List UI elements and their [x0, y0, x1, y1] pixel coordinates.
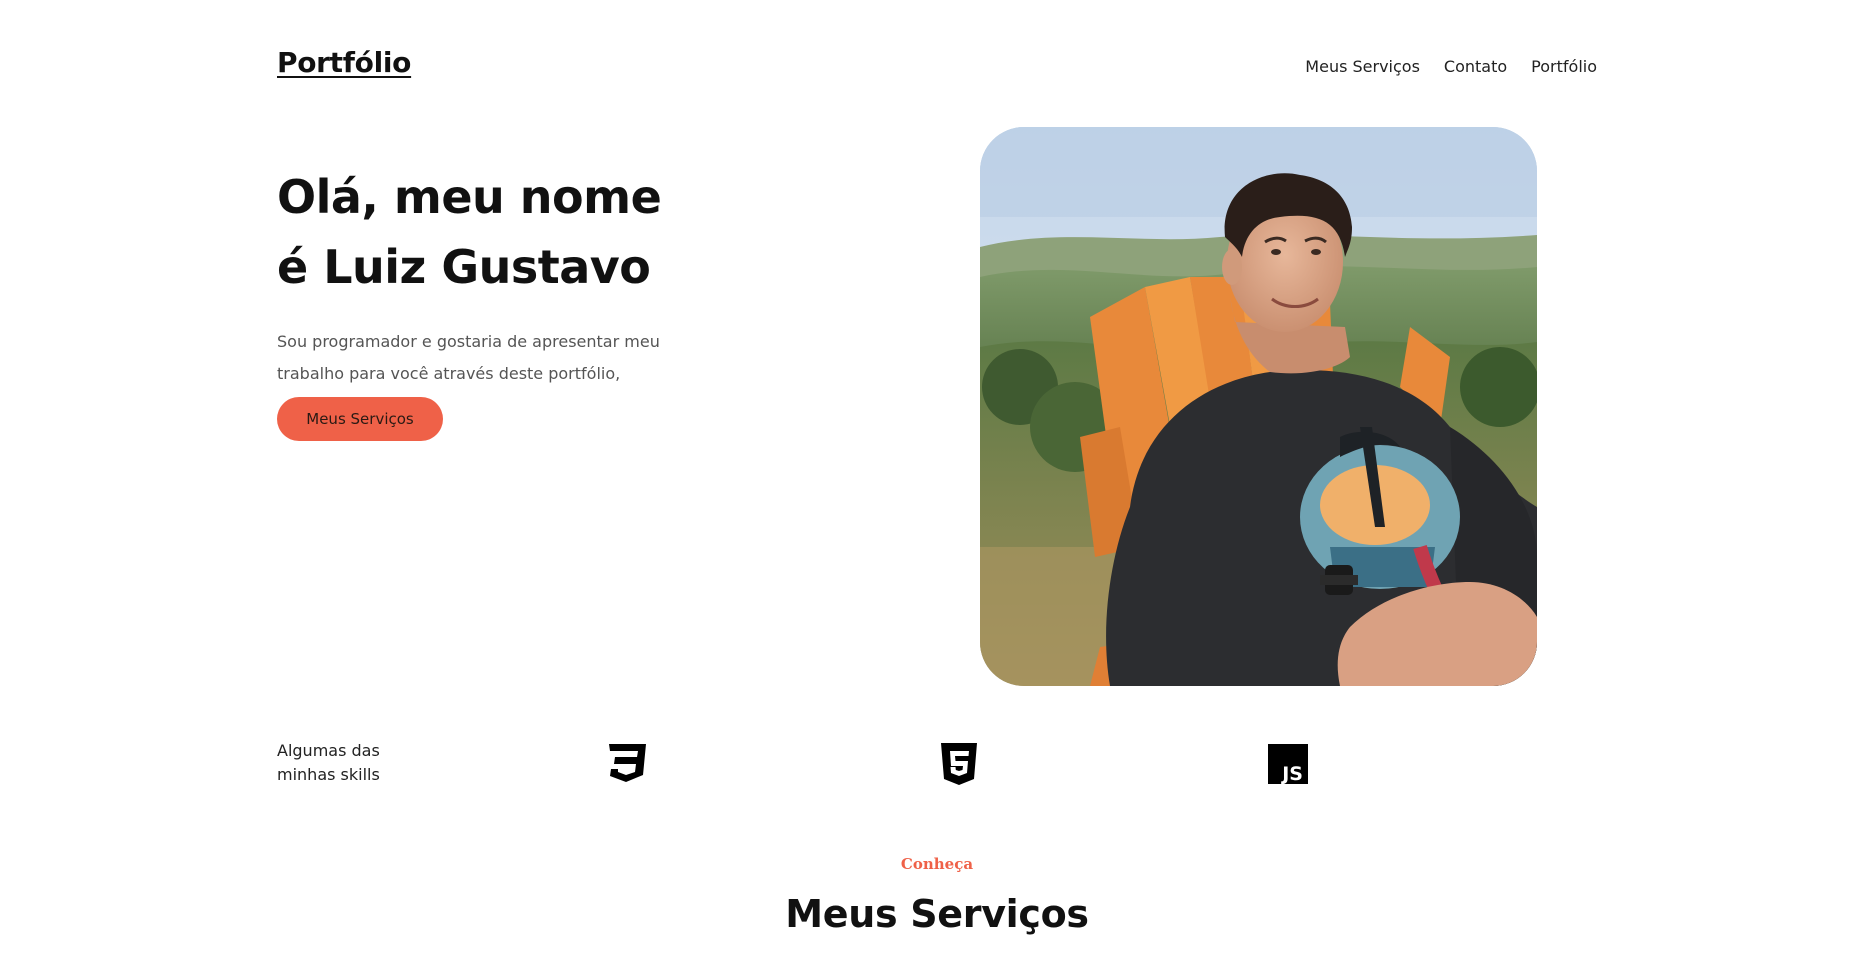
main-nav: Meus Serviços Contato Portfólio: [1305, 57, 1597, 76]
services-kicker: Conheça: [900, 855, 974, 873]
hero-title: Olá, meu nome é Luiz Gustavo: [277, 162, 797, 302]
profile-photo: [980, 127, 1537, 686]
services-cta-button[interactable]: Meus Serviços: [277, 397, 443, 441]
javascript-icon: JS: [1267, 742, 1309, 786]
site-header: Portfólio Meus Serviços Contato Portfóli…: [277, 46, 1597, 86]
skills-label: Algumas das minhas skills: [277, 741, 380, 784]
nav-link-portfolio[interactable]: Portfólio: [1531, 57, 1597, 76]
services-title: Meus Serviços: [785, 892, 1089, 936]
nav-link-contact[interactable]: Contato: [1444, 57, 1507, 76]
css3-icon: [606, 742, 648, 786]
content-container: Portfólio Meus Serviços Contato Portfóli…: [277, 0, 1597, 955]
logo-link[interactable]: Portfólio: [277, 46, 411, 79]
html5-icon: [938, 742, 980, 786]
svg-text:JS: JS: [1280, 763, 1303, 785]
hero-title-line-2: é Luiz Gustavo: [277, 240, 651, 294]
hero-title-line-1: Olá, meu nome: [277, 170, 662, 224]
page: Portfólio Meus Serviços Contato Portfóli…: [0, 0, 1850, 955]
hero-description: Sou programador e gostaria de apresentar…: [277, 332, 660, 383]
nav-link-services[interactable]: Meus Serviços: [1305, 57, 1420, 76]
